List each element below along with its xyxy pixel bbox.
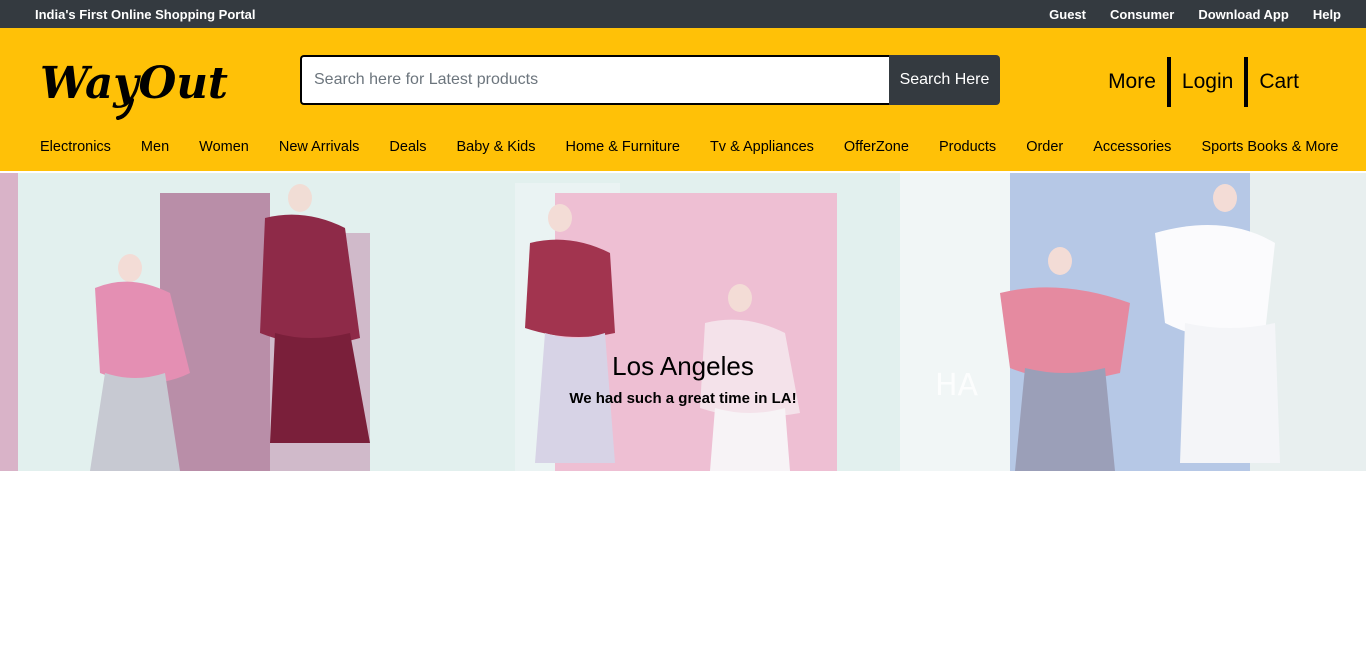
category-deals[interactable]: Deals <box>374 139 441 161</box>
more-link[interactable]: More <box>1097 57 1167 107</box>
category-electronics[interactable]: Electronics <box>25 139 126 161</box>
search-button[interactable]: Search Here <box>889 55 1000 105</box>
category-products[interactable]: Products <box>924 139 1011 161</box>
help-link[interactable]: Help <box>1313 7 1341 22</box>
svg-text:WayOut: WayOut <box>40 58 228 109</box>
login-link[interactable]: Login <box>1171 57 1244 107</box>
category-sports-books-more[interactable]: Sports Books & More <box>1186 139 1353 161</box>
search-input[interactable] <box>300 55 889 105</box>
top-bar: India's First Online Shopping Portal Gue… <box>0 0 1366 28</box>
logo-wordmark: WayOut <box>40 58 228 120</box>
tagline: India's First Online Shopping Portal <box>35 7 256 22</box>
category-offerzone[interactable]: OfferZone <box>829 139 924 161</box>
category-men[interactable]: Men <box>126 139 184 161</box>
category-new-arrivals[interactable]: New Arrivals <box>264 139 375 161</box>
caption-title: Los Angeles <box>612 351 754 381</box>
cart-link[interactable]: Cart <box>1248 57 1310 107</box>
logo[interactable]: WayOut <box>40 50 230 122</box>
category-tv-appliances[interactable]: Tv & Appliances <box>695 139 829 161</box>
account-links: More Login Cart <box>1097 57 1310 107</box>
category-order[interactable]: Order <box>1011 139 1078 161</box>
consumer-link[interactable]: Consumer <box>1110 7 1174 22</box>
header: WayOut Search Here More Login Cart Elect… <box>0 28 1366 171</box>
hero-carousel[interactable]: HA Los Angeles We had such a great time … <box>0 173 1366 471</box>
category-women[interactable]: Women <box>184 139 264 161</box>
category-home-furniture[interactable]: Home & Furniture <box>551 139 695 161</box>
category-nav: Electronics Men Women New Arrivals Deals… <box>25 139 1353 161</box>
category-baby-kids[interactable]: Baby & Kids <box>442 139 551 161</box>
download-app-link[interactable]: Download App <box>1198 7 1289 22</box>
caption-subtitle: We had such a great time in LA! <box>569 390 797 407</box>
fashion-illustration: HA <box>0 173 1366 471</box>
top-links: Guest Consumer Download App Help <box>1025 7 1341 22</box>
guest-link[interactable]: Guest <box>1049 7 1086 22</box>
category-accessories[interactable]: Accessories <box>1078 139 1186 161</box>
carousel-caption: Los Angeles We had such a great time in … <box>0 351 1366 407</box>
search-bar: Search Here <box>300 55 1000 105</box>
